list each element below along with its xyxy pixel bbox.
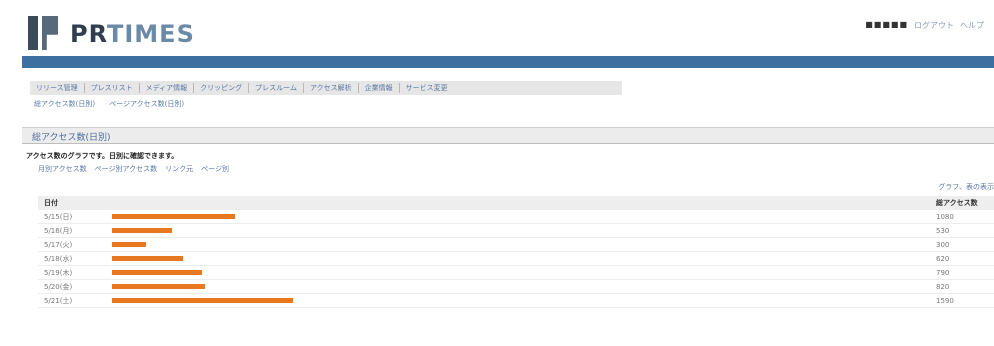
- access-count: 820: [930, 279, 994, 294]
- logo-pr: PR: [70, 20, 107, 48]
- access-bar: [112, 214, 235, 219]
- access-count: 1080: [930, 210, 994, 224]
- date-label: 5/19(木): [38, 265, 106, 280]
- access-bar: [112, 228, 172, 233]
- logout-link[interactable]: ログアウト: [914, 20, 954, 31]
- access-bar: [112, 284, 205, 289]
- header-bar: [22, 56, 994, 68]
- help-link[interactable]: ヘルプ: [960, 20, 984, 31]
- user-menu: ■■■■■ ログアウト ヘルプ: [865, 20, 984, 31]
- date-label: 5/17(火): [38, 237, 106, 252]
- subnav-total-access-daily[interactable]: 総アクセス数(日別): [34, 99, 95, 109]
- table-row: 5/18(水) 620: [38, 251, 994, 266]
- column-header-graph: [106, 196, 930, 210]
- table-row: 5/21(土) 1590: [38, 293, 994, 308]
- date-label: 5/20(金): [38, 279, 106, 294]
- date-label: 5/16(月): [38, 223, 106, 238]
- table-row: 5/15(日) 1080: [38, 210, 994, 224]
- daily-access-table: 日付 総アクセス数 5/15(日) 1080 5/16(月) 530 5/17(火) 30…: [38, 196, 994, 308]
- tab-clipping[interactable]: クリッピング: [194, 83, 250, 93]
- column-header-date: 日付: [38, 196, 106, 210]
- bar-cell: [106, 293, 930, 308]
- access-bar: [112, 256, 183, 261]
- access-count: 620: [930, 251, 994, 266]
- bar-cell: [106, 237, 930, 252]
- main-nav: リリース管理 プレスリスト メディア情報 クリッピング プレスルーム アクセス解…: [30, 81, 622, 95]
- bar-cell: [106, 265, 930, 280]
- access-count: 1590: [930, 293, 994, 308]
- tab-press-list[interactable]: プレスリスト: [85, 83, 140, 93]
- subnav-page-access-daily[interactable]: ページアクセス数(日別): [109, 99, 184, 109]
- section-note: アクセス数のグラフです。日別に確認できます。: [26, 152, 179, 160]
- pr-times-logo[interactable]: PRTIMES: [28, 14, 195, 54]
- tab-service-change[interactable]: サービス変更: [400, 83, 454, 93]
- table-row: 5/16(月) 530: [38, 223, 994, 238]
- report-links: 月別アクセス数 ページ別アクセス数 リンク元 ページ別: [38, 164, 229, 174]
- section-title: 総アクセス数(日別): [32, 133, 111, 143]
- table-row: 5/20(金) 820: [38, 279, 994, 294]
- logo-wordmark: PRTIMES: [70, 22, 195, 46]
- section-header: 総アクセス数(日別): [22, 127, 994, 144]
- access-bar: [112, 298, 293, 303]
- table-row: 5/19(木) 790: [38, 265, 994, 280]
- link-page-access[interactable]: ページ別アクセス数: [95, 164, 158, 174]
- display-toggle-link[interactable]: グラフ、表の表示: [938, 182, 994, 192]
- tab-access-analysis[interactable]: アクセス解析: [304, 83, 359, 93]
- link-referrer[interactable]: リンク元: [165, 164, 193, 174]
- column-header-count: 総アクセス数: [930, 196, 994, 210]
- bar-cell: [106, 210, 930, 224]
- table-header-row: 日付 総アクセス数: [38, 196, 994, 210]
- user-name: ■■■■■: [865, 20, 908, 29]
- tab-media-info[interactable]: メディア情報: [140, 83, 195, 93]
- tab-company-info[interactable]: 企業情報: [359, 83, 400, 93]
- logo-mark-icon: [28, 16, 62, 52]
- date-label: 5/21(土): [38, 293, 106, 308]
- access-count: 530: [930, 223, 994, 238]
- access-bar: [112, 270, 202, 275]
- link-monthly-access[interactable]: 月別アクセス数: [38, 164, 87, 174]
- tab-pressroom[interactable]: プレスルーム: [249, 83, 304, 93]
- bar-cell: [106, 279, 930, 294]
- bar-cell: [106, 251, 930, 266]
- bar-cell: [106, 223, 930, 238]
- date-label: 5/18(水): [38, 251, 106, 266]
- table-body: 5/15(日) 1080 5/16(月) 530 5/17(火) 300 5/18(水) 62…: [38, 210, 994, 308]
- access-count: 790: [930, 265, 994, 280]
- date-label: 5/15(日): [38, 210, 106, 224]
- access-count: 300: [930, 237, 994, 252]
- logo-times: TIMES: [107, 20, 195, 48]
- table-row: 5/17(火) 300: [38, 237, 994, 252]
- tab-release-manage[interactable]: リリース管理: [30, 83, 85, 93]
- access-bar: [112, 242, 146, 247]
- sub-nav: 総アクセス数(日別) ページアクセス数(日別): [34, 99, 184, 109]
- link-by-page[interactable]: ページ別: [201, 164, 229, 174]
